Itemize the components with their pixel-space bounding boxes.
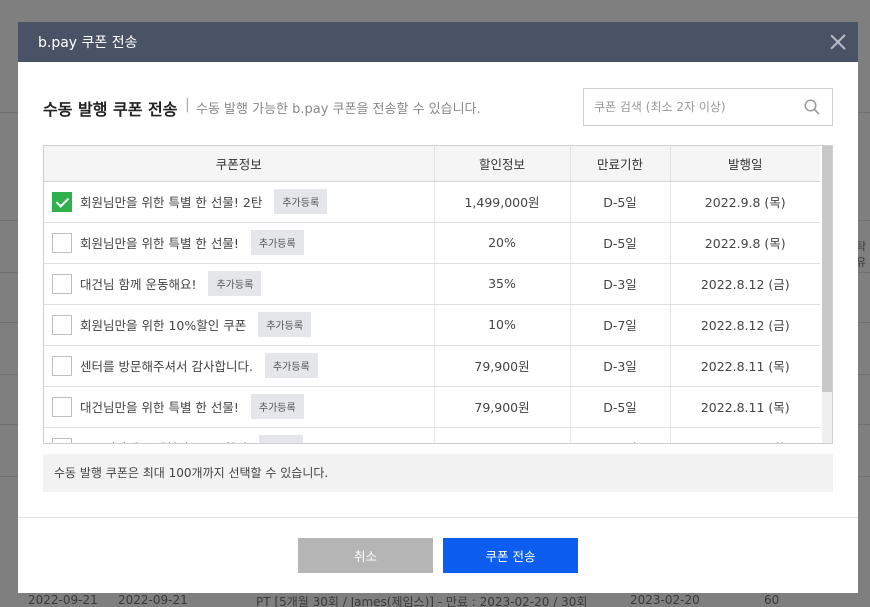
send-coupon-button[interactable]: 쿠폰 전송	[443, 538, 578, 573]
table-row[interactable]: 대건님만을 위한 특별 한 선물! 추가등록 79,900원 D-5일 2022.8.1…	[44, 386, 820, 428]
issue-date-cell: 2022.9.8 (목)	[670, 181, 820, 223]
issue-date-cell: 2022.8.12 (금)	[670, 304, 820, 346]
coupon-tag-badge: 추가등록	[274, 189, 328, 214]
expiry-cell: D-3일	[570, 345, 671, 387]
coupon-tag-badge: 추가등록	[258, 312, 312, 337]
modal-header: b.pay 쿠폰 전송	[18, 22, 858, 62]
heading-separator: |	[185, 97, 190, 113]
coupon-checkbox[interactable]	[52, 396, 72, 417]
coupon-checkbox[interactable]	[52, 355, 72, 376]
search-icon[interactable]	[804, 99, 820, 115]
coupon-checkbox[interactable]	[52, 314, 72, 335]
table-header-row: 쿠폰정보 할인정보 만료기한 발행일	[44, 146, 820, 182]
coupon-send-modal: b.pay 쿠폰 전송 수동 발행 쿠폰 전송 | 수동 발행 가능한 b.pa…	[18, 22, 858, 593]
coupon-info-cell: 대건님 함께 운동해요! 추가등록	[44, 263, 435, 305]
discount-cell: 79,900원	[434, 345, 571, 387]
coupon-checkbox[interactable]	[52, 232, 72, 253]
coupon-info-cell: 회원님만을 위한 특별 한 선물! 추가등록	[44, 222, 435, 264]
coupon-name: 회원님만을 위한 특별 한 선물!	[80, 236, 239, 251]
table-row[interactable]: 회원님만을 위한 특별 한 선물! 2탄 추가등록 1,499,000원 D-5일 20…	[44, 181, 820, 223]
coupon-name: 대건님 함께 운동해요!	[80, 277, 197, 292]
coupon-name: 대건님만을 위한 특별 한 선물!	[80, 400, 239, 415]
discount-cell: 10%	[434, 304, 571, 346]
issue-date-cell: 2022.8.12 (금)	[670, 263, 820, 305]
close-icon[interactable]	[830, 34, 846, 50]
discount-cell: 90%	[434, 427, 571, 443]
expiry-cell: D-3일	[570, 427, 671, 443]
coupon-tag-badge: 추가등록	[250, 230, 304, 255]
footer-divider	[18, 517, 858, 518]
column-header-issue-date: 발행일	[670, 146, 820, 182]
expiry-cell: D-5일	[570, 386, 671, 428]
column-header-discount: 할인정보	[434, 146, 571, 182]
background-cell: 2022-09-21	[28, 593, 98, 607]
coupon-tag-badge: 추가등록	[264, 353, 318, 378]
coupon-tag-badge: 첫발문	[259, 435, 303, 443]
selection-limit-notice: 수동 발행 쿠폰은 최대 100개까지 선택할 수 있습니다.	[43, 454, 833, 492]
coupon-checkbox[interactable]	[52, 437, 72, 443]
discount-cell: 20%	[434, 222, 571, 264]
background-cell: 60	[764, 593, 780, 607]
coupon-name: 1:1 피라테스 체험권 90% 할인	[80, 441, 247, 443]
cancel-button[interactable]: 취소	[298, 538, 433, 573]
table-row[interactable]: 회원님만을 위한 10%할인 쿠폰 추가등록 10% D-7일 2022.8.12 (금…	[44, 304, 820, 346]
column-header-coupon-info: 쿠폰정보	[44, 146, 435, 182]
background-cell: 2022-09-21	[118, 593, 188, 607]
column-header-expiry: 만료기한	[570, 146, 671, 182]
table-row[interactable]: 1:1 피라테스 체험권 90% 할인 첫발문 90%D-3일2022.5.17 (…	[44, 427, 820, 443]
issue-date-cell: 2022.8.11 (목)	[670, 386, 820, 428]
coupon-table-container: 쿠폰정보 할인정보 만료기한 발행일 회원님만을 위한 특별 한 선물! 2탄추…	[43, 145, 833, 444]
modal-title: b.pay 쿠폰 전송	[38, 35, 138, 51]
coupon-name: 센터를 방문해주셔서 감사합니다.	[80, 359, 253, 374]
coupon-name: 회원님만을 위한 10%할인 쿠폰	[80, 318, 247, 333]
coupon-info-cell: 센터를 방문해주셔서 감사합니다. 추가등록	[44, 345, 435, 387]
coupon-table: 쿠폰정보 할인정보 만료기한 발행일 회원님만을 위한 특별 한 선물! 2탄추…	[44, 146, 820, 443]
coupon-info-cell: 1:1 피라테스 체험권 90% 할인 첫발문	[44, 427, 435, 443]
coupon-info-cell: 대건님만을 위한 특별 한 선물! 추가등록	[44, 386, 435, 428]
discount-cell: 35%	[434, 263, 571, 305]
issue-date-cell: 2022.5.17 (화)	[670, 427, 820, 443]
issue-date-cell: 2022.9.8 (목)	[670, 222, 820, 264]
search-box	[583, 88, 833, 126]
issue-date-cell: 2022.8.11 (목)	[670, 345, 820, 387]
heading-row: 수동 발행 쿠폰 전송 | 수동 발행 가능한 b.pay 쿠폰을 전송할 수 …	[43, 88, 833, 126]
discount-cell: 79,900원	[434, 386, 571, 428]
coupon-tag-badge: 추가등록	[208, 271, 262, 296]
coupon-checkbox[interactable]	[52, 273, 72, 294]
expiry-cell: D-7일	[570, 304, 671, 346]
expiry-cell: D-3일	[570, 263, 671, 305]
background-cell: PT [5개월 30회 / James(제임스)] - 만료 : 2023-02…	[256, 595, 588, 607]
coupon-info-cell: 회원님만을 위한 10%할인 쿠폰 추가등록	[44, 304, 435, 346]
coupon-name: 회원님만을 위한 특별 한 선물! 2탄	[80, 195, 263, 210]
table-row[interactable]: 회원님만을 위한 특별 한 선물! 추가등록 20% D-5일 2022.9.8 (목)	[44, 222, 820, 264]
page-title: 수동 발행 쿠폰 전송	[43, 100, 178, 119]
scrollbar-thumb[interactable]	[822, 146, 832, 392]
discount-cell: 1,499,000원	[434, 181, 571, 223]
coupon-checkbox[interactable]	[52, 191, 72, 212]
heading-description: 수동 발행 가능한 b.pay 쿠폰을 전송할 수 있습니다.	[196, 102, 481, 117]
table-row[interactable]: 센터를 방문해주셔서 감사합니다. 추가등록 79,900원 D-3일 2022.8.1…	[44, 345, 820, 387]
coupon-tag-badge: 추가등록	[250, 394, 304, 419]
background-cell: 2023-02-20	[630, 593, 700, 607]
scrollbar-track[interactable]	[822, 146, 832, 443]
expiry-cell: D-5일	[570, 222, 671, 264]
coupon-info-cell: 회원님만을 위한 특별 한 선물! 2탄 추가등록	[44, 181, 435, 223]
table-row[interactable]: 대건님 함께 운동해요! 추가등록 35% D-3일 2022.8.12 (금)	[44, 263, 820, 305]
background-side-text: 탁유	[856, 240, 867, 269]
expiry-cell: D-5일	[570, 181, 671, 223]
search-input[interactable]	[584, 89, 784, 125]
